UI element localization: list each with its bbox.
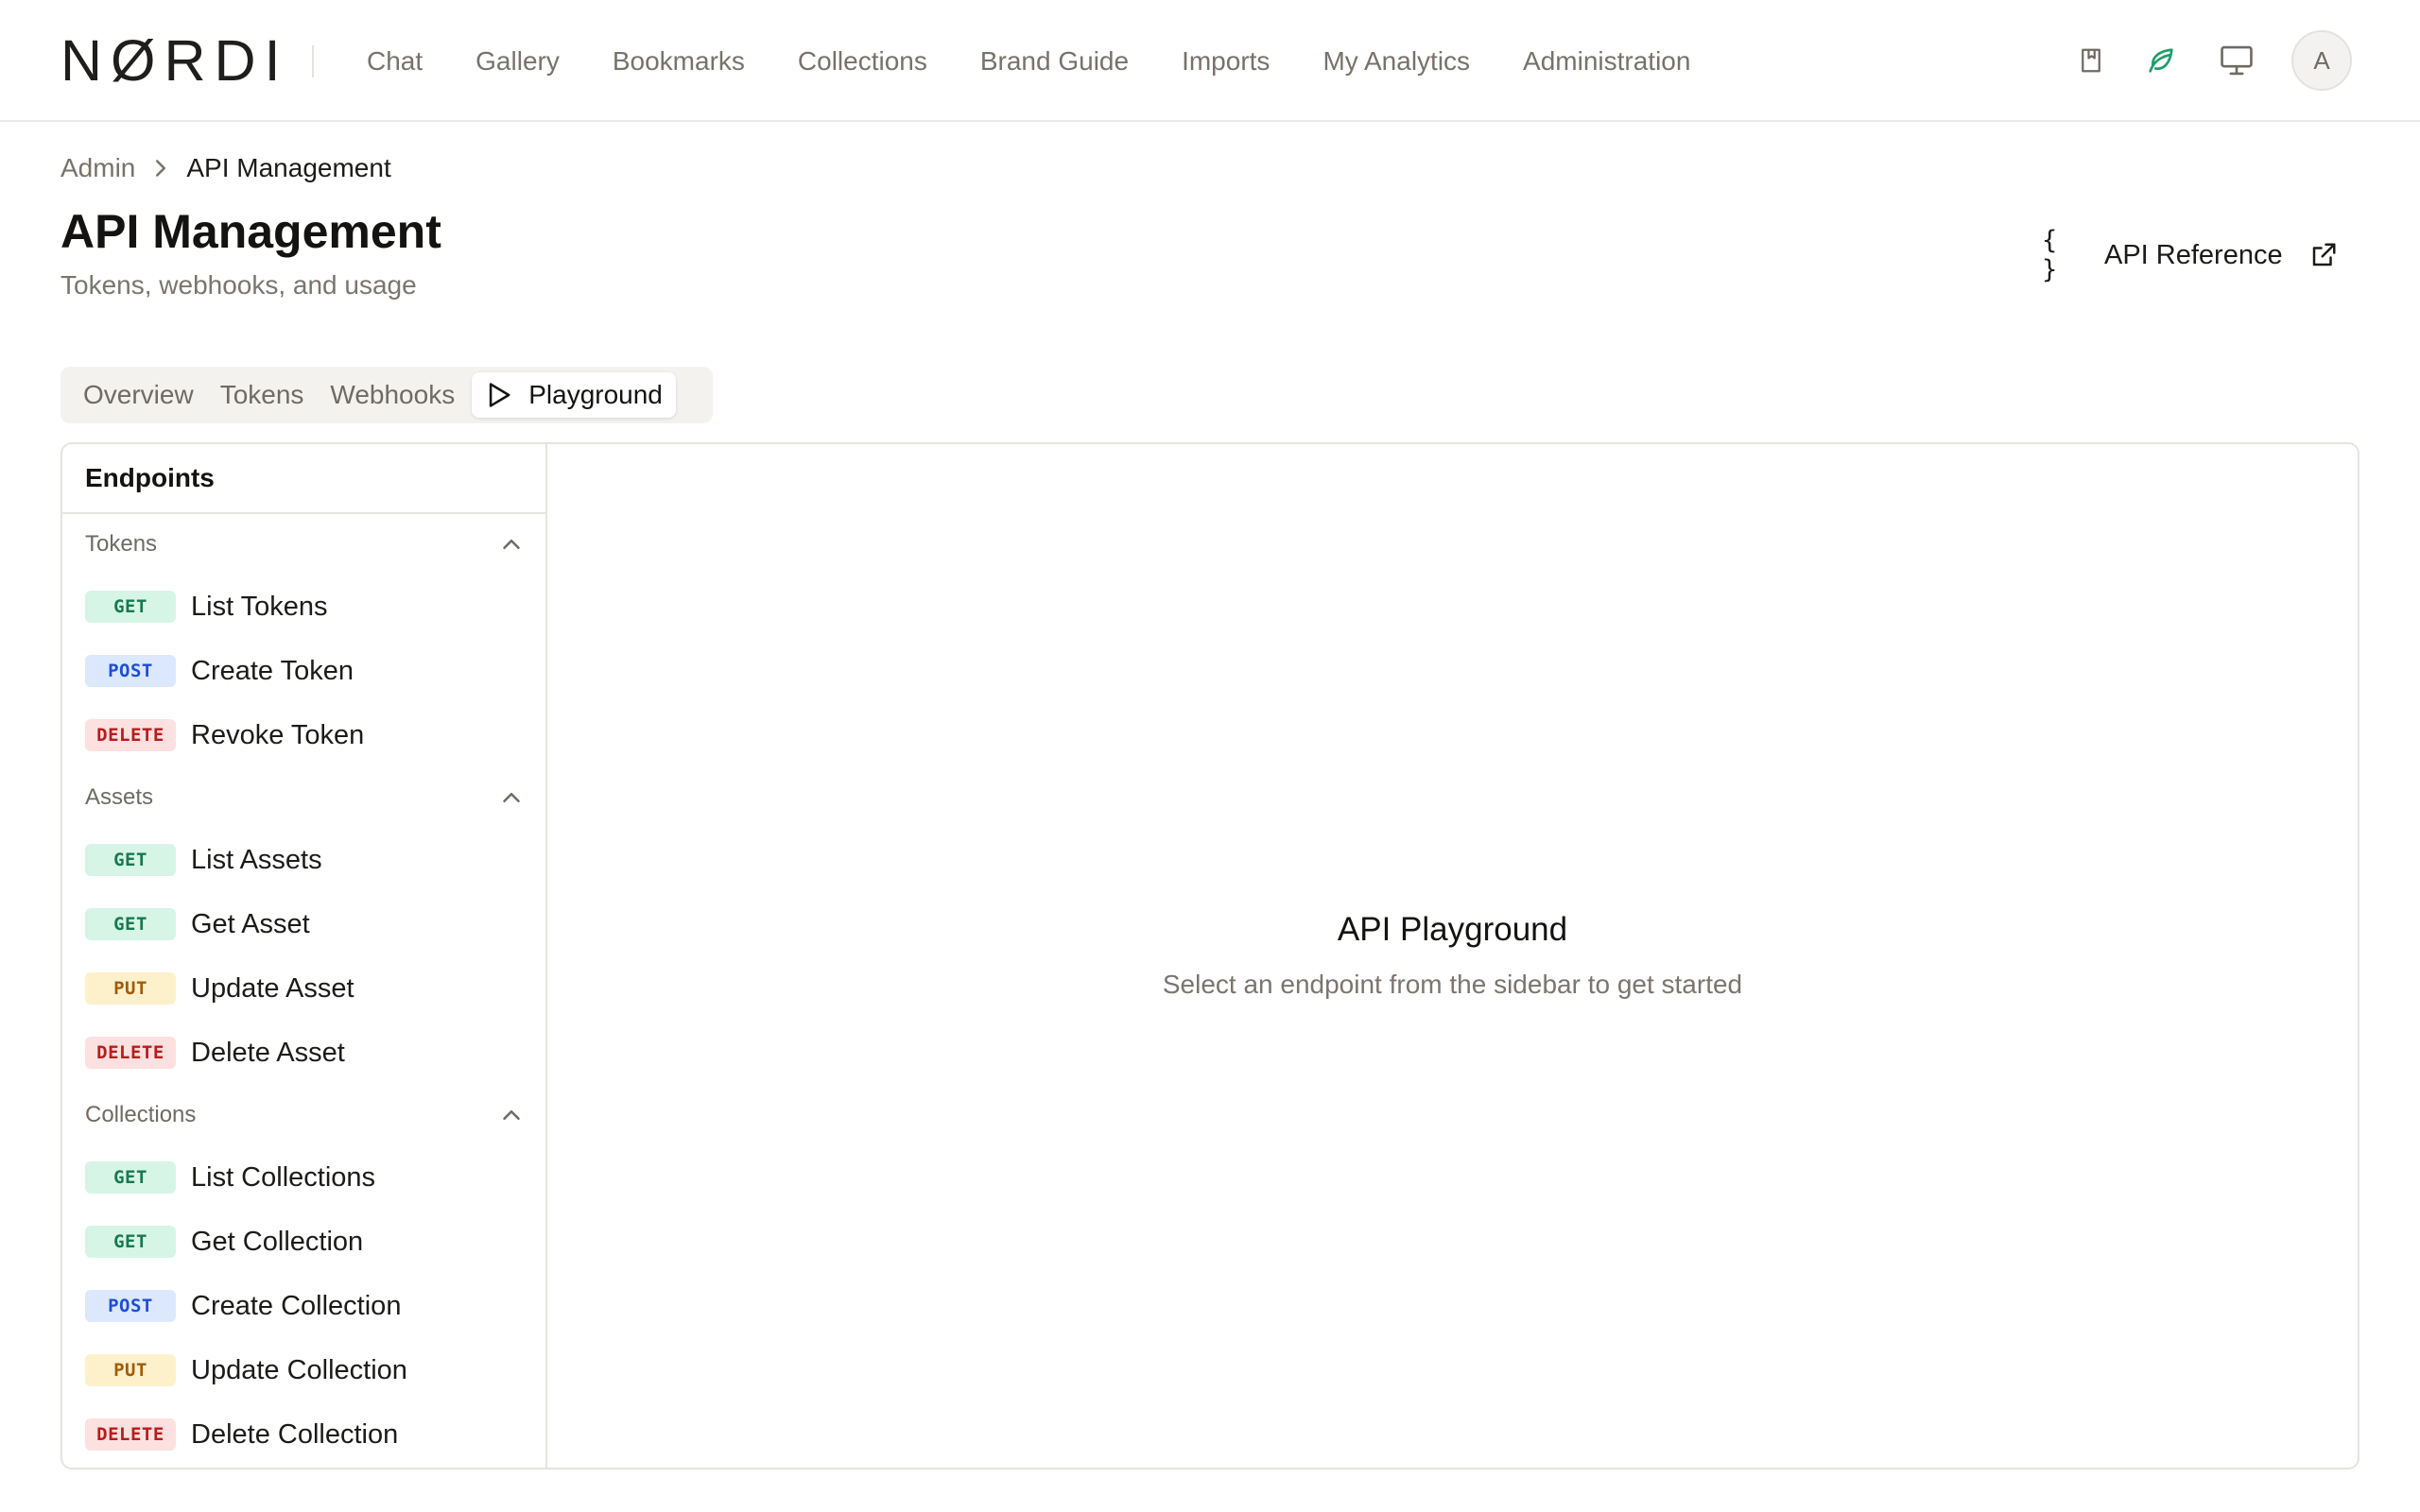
tab-playground[interactable]: Playground	[472, 372, 676, 418]
endpoints-sidebar: Endpoints Tokens GET List Tokens POST Create…	[62, 444, 547, 1468]
endpoint-label: Delete Asset	[191, 1037, 345, 1068]
sidebar-title: Endpoints	[62, 444, 545, 514]
endpoint-label: Revoke Token	[191, 719, 365, 750]
endpoint-label: Delete Collection	[191, 1418, 399, 1450]
bookmark-book-icon[interactable]	[2072, 42, 2110, 79]
endpoint-label: Get Collection	[191, 1226, 364, 1257]
group-header-assets[interactable]: Assets	[62, 767, 545, 828]
method-badge: POST	[85, 655, 176, 687]
endpoint-item[interactable]: PUT Update Asset	[62, 956, 545, 1021]
chevron-up-icon	[502, 1102, 521, 1128]
method-badge: PUT	[85, 1354, 176, 1386]
logo-divider	[312, 45, 314, 77]
logo[interactable]: NØRDI	[60, 32, 289, 90]
method-badge: GET	[85, 1161, 176, 1194]
api-reference-link[interactable]: { } API Reference	[2042, 226, 2338, 284]
nav-item-gallery[interactable]: Gallery	[449, 43, 586, 80]
method-badge: GET	[85, 908, 176, 940]
endpoint-label: List Tokens	[191, 591, 328, 622]
tab-tokens[interactable]: Tokens	[207, 372, 318, 418]
endpoint-groups: Tokens GET List Tokens POST Create Token DELE…	[62, 514, 545, 1467]
method-badge: POST	[85, 1290, 176, 1322]
endpoint-item[interactable]: POST Create Token	[62, 639, 545, 703]
tab-overview[interactable]: Overview	[70, 372, 207, 418]
playground-main: API Playground Select an endpoint from t…	[547, 444, 2358, 1468]
main-nav: Chat Gallery Bookmarks Collections Brand…	[340, 0, 1717, 122]
play-icon	[487, 382, 511, 408]
chevron-up-icon	[502, 531, 521, 558]
nav-item-brand-guide[interactable]: Brand Guide	[954, 43, 1155, 80]
endpoint-item[interactable]: DELETE Delete Asset	[62, 1021, 545, 1085]
breadcrumb-admin-link[interactable]: Admin	[60, 153, 135, 183]
endpoint-label: Update Asset	[191, 972, 354, 1004]
nav-item-imports[interactable]: Imports	[1155, 43, 1296, 80]
group-name: Tokens	[85, 531, 158, 557]
playground-panel: Endpoints Tokens GET List Tokens POST Create…	[60, 442, 2360, 1469]
endpoint-label: Update Collection	[191, 1354, 407, 1385]
api-reference-label: API Reference	[2104, 239, 2283, 270]
top-navigation-bar: NØRDI Chat Gallery Bookmarks Collections…	[0, 0, 2420, 122]
braces-icon: { }	[2042, 226, 2058, 284]
method-badge: GET	[85, 844, 176, 876]
method-badge: DELETE	[85, 1418, 176, 1451]
monitor-icon[interactable]	[2218, 42, 2256, 79]
endpoint-label: List Assets	[191, 844, 322, 875]
tab-playground-label: Playground	[528, 380, 663, 409]
group-name: Assets	[85, 784, 154, 810]
endpoint-item[interactable]: POST Create Collection	[62, 1274, 545, 1338]
chevron-right-icon	[154, 159, 167, 178]
group-name: Collections	[85, 1102, 197, 1127]
empty-state-title: API Playground	[1337, 911, 1568, 948]
leaf-icon[interactable]	[2142, 42, 2180, 79]
nav-item-administration[interactable]: Administration	[1496, 43, 1717, 80]
method-badge: GET	[85, 1226, 176, 1258]
endpoint-label: List Collections	[191, 1161, 376, 1193]
breadcrumb-current: API Management	[186, 153, 391, 182]
endpoint-label: Create Collection	[191, 1290, 402, 1321]
endpoint-label: Get Asset	[191, 908, 310, 939]
endpoint-item[interactable]: DELETE Delete Collection	[62, 1402, 545, 1467]
group-header-collections[interactable]: Collections	[62, 1085, 545, 1145]
endpoint-item[interactable]: GET List Tokens	[62, 575, 545, 639]
empty-state-subtitle: Select an endpoint from the sidebar to g…	[1162, 970, 1743, 999]
breadcrumb: Admin API Management	[60, 153, 391, 183]
nav-item-chat[interactable]: Chat	[340, 43, 449, 80]
tab-webhooks[interactable]: Webhooks	[317, 372, 468, 418]
external-link-icon	[2309, 241, 2338, 269]
page-title: API Management	[60, 205, 441, 258]
page-subtitle: Tokens, webhooks, and usage	[60, 270, 417, 300]
avatar[interactable]: A	[2291, 30, 2352, 91]
tab-bar: Overview Tokens Webhooks Playground	[60, 367, 713, 423]
endpoint-item[interactable]: GET Get Asset	[62, 892, 545, 956]
method-badge: DELETE	[85, 719, 176, 751]
method-badge: DELETE	[85, 1037, 176, 1069]
method-badge: GET	[85, 591, 176, 623]
endpoint-item[interactable]: GET List Assets	[62, 828, 545, 892]
endpoint-item[interactable]: PUT Update Collection	[62, 1338, 545, 1402]
avatar-initial: A	[2313, 45, 2330, 75]
nav-item-collections[interactable]: Collections	[771, 43, 954, 80]
group-header-tokens[interactable]: Tokens	[62, 514, 545, 575]
endpoint-item[interactable]: GET Get Collection	[62, 1210, 545, 1274]
nav-item-my-analytics[interactable]: My Analytics	[1296, 43, 1496, 80]
method-badge: PUT	[85, 972, 176, 1005]
endpoint-label: Create Token	[191, 655, 354, 686]
endpoint-item[interactable]: DELETE Revoke Token	[62, 703, 545, 767]
nav-item-bookmarks[interactable]: Bookmarks	[586, 43, 771, 80]
endpoint-item[interactable]: GET List Collections	[62, 1145, 545, 1210]
chevron-up-icon	[502, 784, 521, 811]
